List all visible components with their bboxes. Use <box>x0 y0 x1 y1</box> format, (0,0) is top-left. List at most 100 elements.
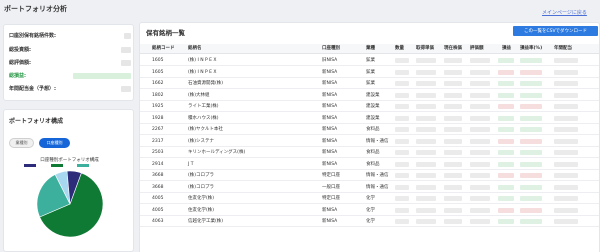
cell-value-redacted <box>498 104 514 109</box>
csv-download-button[interactable]: この一覧をCSVでダウンロード <box>513 26 598 36</box>
summary-value-redacted <box>121 85 131 92</box>
summary-value-redacted <box>124 32 131 39</box>
cell-sector: 食料品 <box>366 161 380 167</box>
table-row[interactable]: 1802 (株)大林組 新NISA 建設業 <box>140 90 599 101</box>
table-row[interactable]: 1662 石油資源開発(株) 新NISA 鉱業 <box>140 78 599 89</box>
cell-value-redacted <box>470 58 490 63</box>
column-header[interactable]: 現在株価 <box>444 44 462 54</box>
column-header[interactable]: 口座種別 <box>322 44 340 54</box>
cell-value-redacted <box>416 92 436 98</box>
cell-value-redacted <box>444 69 462 75</box>
cell-code: 2914 <box>152 161 164 167</box>
cell-value-redacted <box>470 138 490 144</box>
cell-value-redacted <box>554 161 578 167</box>
cell-value-redacted <box>416 69 436 75</box>
cell-value-redacted <box>520 92 542 98</box>
summary-label: 総投資額: <box>9 47 31 53</box>
cell-value-redacted <box>554 184 578 190</box>
cell-name: (株) I N P E X <box>188 58 217 63</box>
cell-value-redacted <box>520 184 542 190</box>
column-header[interactable]: 年間配当 <box>554 44 572 54</box>
table-row[interactable]: 3668 (株)コロプラ 特定口座 情報・通信 <box>140 170 599 181</box>
column-header[interactable]: 業種 <box>366 44 375 54</box>
summary-label: 総損益: <box>9 73 26 79</box>
cell-code: 2503 <box>152 150 164 155</box>
cell-account: 新NISA <box>322 207 338 213</box>
column-header[interactable]: 銘柄コード <box>152 44 175 54</box>
column-header[interactable]: 損益率(%) <box>520 44 542 54</box>
cell-value-redacted <box>444 92 462 98</box>
summary-row: 総投資額: <box>9 45 131 54</box>
cell-value-redacted <box>520 173 542 178</box>
summary-row: 総損益: <box>9 71 131 80</box>
cell-value-redacted <box>444 127 462 132</box>
legend-swatch[interactable] <box>38 164 48 167</box>
back-to-main-link[interactable]: メインページに戻る <box>542 9 587 16</box>
table-row[interactable]: 2503 キリンホールディングス(株) 新NISA 食料品 <box>140 147 599 158</box>
column-header[interactable]: 損益 <box>502 44 511 54</box>
cell-value-redacted <box>416 138 436 144</box>
tab-sector[interactable]: 業種別 <box>9 138 34 148</box>
cell-value-redacted <box>395 115 409 121</box>
table-row[interactable]: 3668 (株)コロプラ 一般口座 情報・通信 <box>140 182 599 193</box>
cell-account: 新NISA <box>322 219 338 224</box>
tab-account-type[interactable]: 口座種別 <box>39 138 70 148</box>
cell-value-redacted <box>395 207 409 213</box>
legend-swatch[interactable] <box>51 164 63 167</box>
column-header[interactable]: 数量 <box>395 44 404 54</box>
legend-swatch[interactable] <box>64 164 74 167</box>
table-row[interactable]: 1605 (株) I N P E X 新NISA 鉱業 <box>140 67 599 78</box>
cell-value-redacted <box>470 69 490 75</box>
cell-account: 新NISA <box>322 81 338 86</box>
cell-value-redacted <box>395 81 409 86</box>
table-row[interactable]: 4005 住友化学(株) 新NISA 化学 <box>140 205 599 216</box>
cell-sector: 建設業 <box>366 92 380 98</box>
table-row[interactable]: 1605 (株) I N P E X 旧NISA 鉱業 <box>140 55 599 66</box>
table-row[interactable]: 2914 J T 新NISA 食料品 <box>140 159 599 170</box>
column-header[interactable]: 銘柄名 <box>188 44 202 54</box>
legend-swatch[interactable] <box>77 164 89 167</box>
summary-row: 口座別保有銘柄件数: <box>9 31 131 40</box>
legend-swatch[interactable] <box>24 164 36 167</box>
cell-value-redacted <box>498 173 514 178</box>
cell-value-redacted <box>554 115 578 121</box>
table-row[interactable]: 1928 積水ハウス(株) 新NISA 建設業 <box>140 113 599 124</box>
cell-value-redacted <box>520 138 542 144</box>
cell-sector: 鉱業 <box>366 69 375 75</box>
cell-account: 新NISA <box>322 150 338 155</box>
cell-value-redacted <box>395 104 409 109</box>
cell-value-redacted <box>444 184 462 190</box>
table-row[interactable]: 4063 信越化学工業(株) 新NISA 化学 <box>140 216 599 227</box>
cell-account: 新NISA <box>322 104 338 109</box>
table-row[interactable]: 2267 (株)ヤクルト本社 新NISA 食料品 <box>140 124 599 135</box>
cell-value-redacted <box>498 161 514 167</box>
cell-account: 旧NISA <box>322 58 338 63</box>
cell-name: (株)システナ <box>188 138 215 144</box>
column-header[interactable]: 取得単価 <box>416 44 434 54</box>
cell-value-redacted <box>444 207 462 213</box>
cell-value-redacted <box>498 219 514 224</box>
summary-value-redacted <box>121 46 131 53</box>
table-row[interactable]: 4005 住友化学(株) 特定口座 化学 <box>140 193 599 204</box>
cell-code: 2317 <box>152 138 164 144</box>
table-row[interactable]: 2317 (株)システナ 新NISA 情報・通信 <box>140 136 599 147</box>
cell-sector: 情報・通信 <box>366 138 389 144</box>
cell-value-redacted <box>520 104 542 109</box>
cell-value-redacted <box>395 69 409 75</box>
legend-swatch[interactable] <box>90 164 100 167</box>
cell-name: (株) I N P E X <box>188 69 217 75</box>
cell-value-redacted <box>395 127 409 132</box>
column-header[interactable]: 評価額 <box>470 44 484 54</box>
cell-value-redacted <box>498 81 514 86</box>
cell-code: 1605 <box>152 58 164 63</box>
table-row[interactable]: 1925 ライト工業(株) 新NISA 建設業 <box>140 101 599 112</box>
cell-value-redacted <box>520 115 542 121</box>
cell-account: 新NISA <box>322 92 338 98</box>
holdings-card: 保有銘柄一覧 この一覧をCSVでダウンロード 銘柄コード 銘柄名 口座種別 業種 数量 取… <box>139 22 600 252</box>
cell-value-redacted <box>470 81 490 86</box>
cell-value-redacted <box>498 184 514 190</box>
cell-sector: 鉱業 <box>366 81 375 86</box>
cell-value-redacted <box>520 81 542 86</box>
cell-value-redacted <box>395 92 409 98</box>
cell-code: 3668 <box>152 173 164 178</box>
